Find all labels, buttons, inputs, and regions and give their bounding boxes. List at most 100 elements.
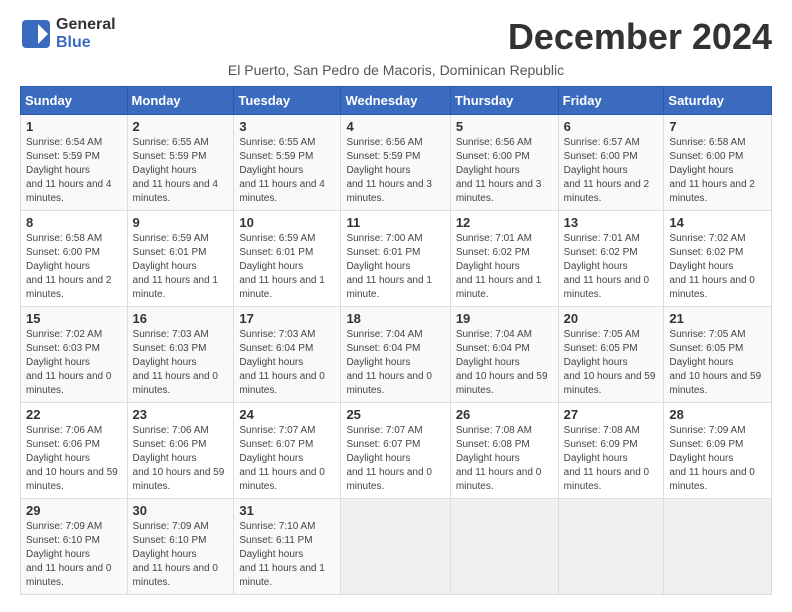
day-number: 21: [669, 311, 766, 326]
day-info: Sunrise: 6:56 AMSunset: 5:59 PMDaylight …: [346, 137, 431, 204]
logo-icon: [20, 18, 52, 50]
table-row: 19 Sunrise: 7:04 AMSunset: 6:04 PMDaylig…: [450, 307, 558, 403]
table-row: 4 Sunrise: 6:56 AMSunset: 5:59 PMDayligh…: [341, 115, 450, 211]
day-number: 23: [133, 407, 229, 422]
day-info: Sunrise: 6:59 AMSunset: 6:01 PMDaylight …: [133, 233, 218, 300]
table-row: 8 Sunrise: 6:58 AMSunset: 6:00 PMDayligh…: [21, 211, 128, 307]
calendar-table: Sunday Monday Tuesday Wednesday Thursday…: [20, 86, 772, 595]
table-row: 7 Sunrise: 6:58 AMSunset: 6:00 PMDayligh…: [664, 115, 772, 211]
calendar-row: 1 Sunrise: 6:54 AMSunset: 5:59 PMDayligh…: [21, 115, 772, 211]
calendar-row: 15 Sunrise: 7:02 AMSunset: 6:03 PMDaylig…: [21, 307, 772, 403]
table-row: 28 Sunrise: 7:09 AMSunset: 6:09 PMDaylig…: [664, 403, 772, 499]
day-info: Sunrise: 6:56 AMSunset: 6:00 PMDaylight …: [456, 137, 541, 204]
calendar-body: 1 Sunrise: 6:54 AMSunset: 5:59 PMDayligh…: [21, 115, 772, 595]
table-row: 9 Sunrise: 6:59 AMSunset: 6:01 PMDayligh…: [127, 211, 234, 307]
table-row: 12 Sunrise: 7:01 AMSunset: 6:02 PMDaylig…: [450, 211, 558, 307]
day-info: Sunrise: 6:58 AMSunset: 6:00 PMDaylight …: [26, 233, 111, 300]
day-info: Sunrise: 6:55 AMSunset: 5:59 PMDaylight …: [239, 137, 324, 204]
day-number: 9: [133, 215, 229, 230]
logo-blue-text: Blue: [56, 34, 116, 52]
table-row: 15 Sunrise: 7:02 AMSunset: 6:03 PMDaylig…: [21, 307, 128, 403]
table-row: 29 Sunrise: 7:09 AMSunset: 6:10 PMDaylig…: [21, 499, 128, 595]
table-row: [341, 499, 450, 595]
table-row: 25 Sunrise: 7:07 AMSunset: 6:07 PMDaylig…: [341, 403, 450, 499]
day-info: Sunrise: 7:08 AMSunset: 6:08 PMDaylight …: [456, 425, 541, 492]
header-saturday: Saturday: [664, 87, 772, 115]
day-info: Sunrise: 7:02 AMSunset: 6:03 PMDaylight …: [26, 329, 111, 396]
month-title: December 2024: [508, 16, 772, 58]
day-info: Sunrise: 7:01 AMSunset: 6:02 PMDaylight …: [564, 233, 649, 300]
day-number: 16: [133, 311, 229, 326]
weekday-header-row: Sunday Monday Tuesday Wednesday Thursday…: [21, 87, 772, 115]
table-row: 5 Sunrise: 6:56 AMSunset: 6:00 PMDayligh…: [450, 115, 558, 211]
table-row: 20 Sunrise: 7:05 AMSunset: 6:05 PMDaylig…: [558, 307, 664, 403]
table-row: [664, 499, 772, 595]
day-number: 5: [456, 119, 553, 134]
calendar-row: 29 Sunrise: 7:09 AMSunset: 6:10 PMDaylig…: [21, 499, 772, 595]
day-info: Sunrise: 7:07 AMSunset: 6:07 PMDaylight …: [346, 425, 431, 492]
table-row: 6 Sunrise: 6:57 AMSunset: 6:00 PMDayligh…: [558, 115, 664, 211]
day-info: Sunrise: 7:06 AMSunset: 6:06 PMDaylight …: [26, 425, 118, 492]
table-row: 22 Sunrise: 7:06 AMSunset: 6:06 PMDaylig…: [21, 403, 128, 499]
table-row: 31 Sunrise: 7:10 AMSunset: 6:11 PMDaylig…: [234, 499, 341, 595]
table-row: 23 Sunrise: 7:06 AMSunset: 6:06 PMDaylig…: [127, 403, 234, 499]
day-number: 10: [239, 215, 335, 230]
table-row: 2 Sunrise: 6:55 AMSunset: 5:59 PMDayligh…: [127, 115, 234, 211]
day-info: Sunrise: 7:07 AMSunset: 6:07 PMDaylight …: [239, 425, 324, 492]
logo-general-text: General: [56, 16, 116, 34]
calendar-row: 22 Sunrise: 7:06 AMSunset: 6:06 PMDaylig…: [21, 403, 772, 499]
table-row: 16 Sunrise: 7:03 AMSunset: 6:03 PMDaylig…: [127, 307, 234, 403]
day-number: 7: [669, 119, 766, 134]
table-row: 21 Sunrise: 7:05 AMSunset: 6:05 PMDaylig…: [664, 307, 772, 403]
day-info: Sunrise: 7:08 AMSunset: 6:09 PMDaylight …: [564, 425, 649, 492]
table-row: 27 Sunrise: 7:08 AMSunset: 6:09 PMDaylig…: [558, 403, 664, 499]
day-number: 31: [239, 503, 335, 518]
day-info: Sunrise: 6:57 AMSunset: 6:00 PMDaylight …: [564, 137, 649, 204]
subtitle: El Puerto, San Pedro de Macoris, Dominic…: [20, 62, 772, 78]
day-info: Sunrise: 7:01 AMSunset: 6:02 PMDaylight …: [456, 233, 541, 300]
day-number: 20: [564, 311, 659, 326]
day-info: Sunrise: 7:10 AMSunset: 6:11 PMDaylight …: [239, 521, 324, 588]
table-row: [450, 499, 558, 595]
day-info: Sunrise: 7:06 AMSunset: 6:06 PMDaylight …: [133, 425, 225, 492]
day-info: Sunrise: 7:03 AMSunset: 6:04 PMDaylight …: [239, 329, 324, 396]
day-info: Sunrise: 7:09 AMSunset: 6:10 PMDaylight …: [133, 521, 218, 588]
day-number: 15: [26, 311, 122, 326]
day-number: 1: [26, 119, 122, 134]
day-info: Sunrise: 7:05 AMSunset: 6:05 PMDaylight …: [669, 329, 761, 396]
day-info: Sunrise: 7:04 AMSunset: 6:04 PMDaylight …: [456, 329, 548, 396]
day-number: 14: [669, 215, 766, 230]
day-number: 11: [346, 215, 444, 230]
day-number: 17: [239, 311, 335, 326]
table-row: 3 Sunrise: 6:55 AMSunset: 5:59 PMDayligh…: [234, 115, 341, 211]
table-row: [558, 499, 664, 595]
day-number: 27: [564, 407, 659, 422]
day-number: 26: [456, 407, 553, 422]
table-row: 11 Sunrise: 7:00 AMSunset: 6:01 PMDaylig…: [341, 211, 450, 307]
day-number: 19: [456, 311, 553, 326]
table-row: 1 Sunrise: 6:54 AMSunset: 5:59 PMDayligh…: [21, 115, 128, 211]
header-thursday: Thursday: [450, 87, 558, 115]
day-info: Sunrise: 6:59 AMSunset: 6:01 PMDaylight …: [239, 233, 324, 300]
day-info: Sunrise: 7:03 AMSunset: 6:03 PMDaylight …: [133, 329, 218, 396]
day-number: 2: [133, 119, 229, 134]
day-number: 4: [346, 119, 444, 134]
header-wednesday: Wednesday: [341, 87, 450, 115]
header-sunday: Sunday: [21, 87, 128, 115]
day-number: 12: [456, 215, 553, 230]
day-number: 29: [26, 503, 122, 518]
day-info: Sunrise: 6:54 AMSunset: 5:59 PMDaylight …: [26, 137, 111, 204]
table-row: 13 Sunrise: 7:01 AMSunset: 6:02 PMDaylig…: [558, 211, 664, 307]
day-number: 22: [26, 407, 122, 422]
day-info: Sunrise: 7:02 AMSunset: 6:02 PMDaylight …: [669, 233, 754, 300]
day-number: 6: [564, 119, 659, 134]
table-row: 30 Sunrise: 7:09 AMSunset: 6:10 PMDaylig…: [127, 499, 234, 595]
table-row: 18 Sunrise: 7:04 AMSunset: 6:04 PMDaylig…: [341, 307, 450, 403]
table-row: 26 Sunrise: 7:08 AMSunset: 6:08 PMDaylig…: [450, 403, 558, 499]
calendar-row: 8 Sunrise: 6:58 AMSunset: 6:00 PMDayligh…: [21, 211, 772, 307]
table-row: 24 Sunrise: 7:07 AMSunset: 6:07 PMDaylig…: [234, 403, 341, 499]
day-number: 25: [346, 407, 444, 422]
header-tuesday: Tuesday: [234, 87, 341, 115]
day-number: 3: [239, 119, 335, 134]
table-row: 10 Sunrise: 6:59 AMSunset: 6:01 PMDaylig…: [234, 211, 341, 307]
